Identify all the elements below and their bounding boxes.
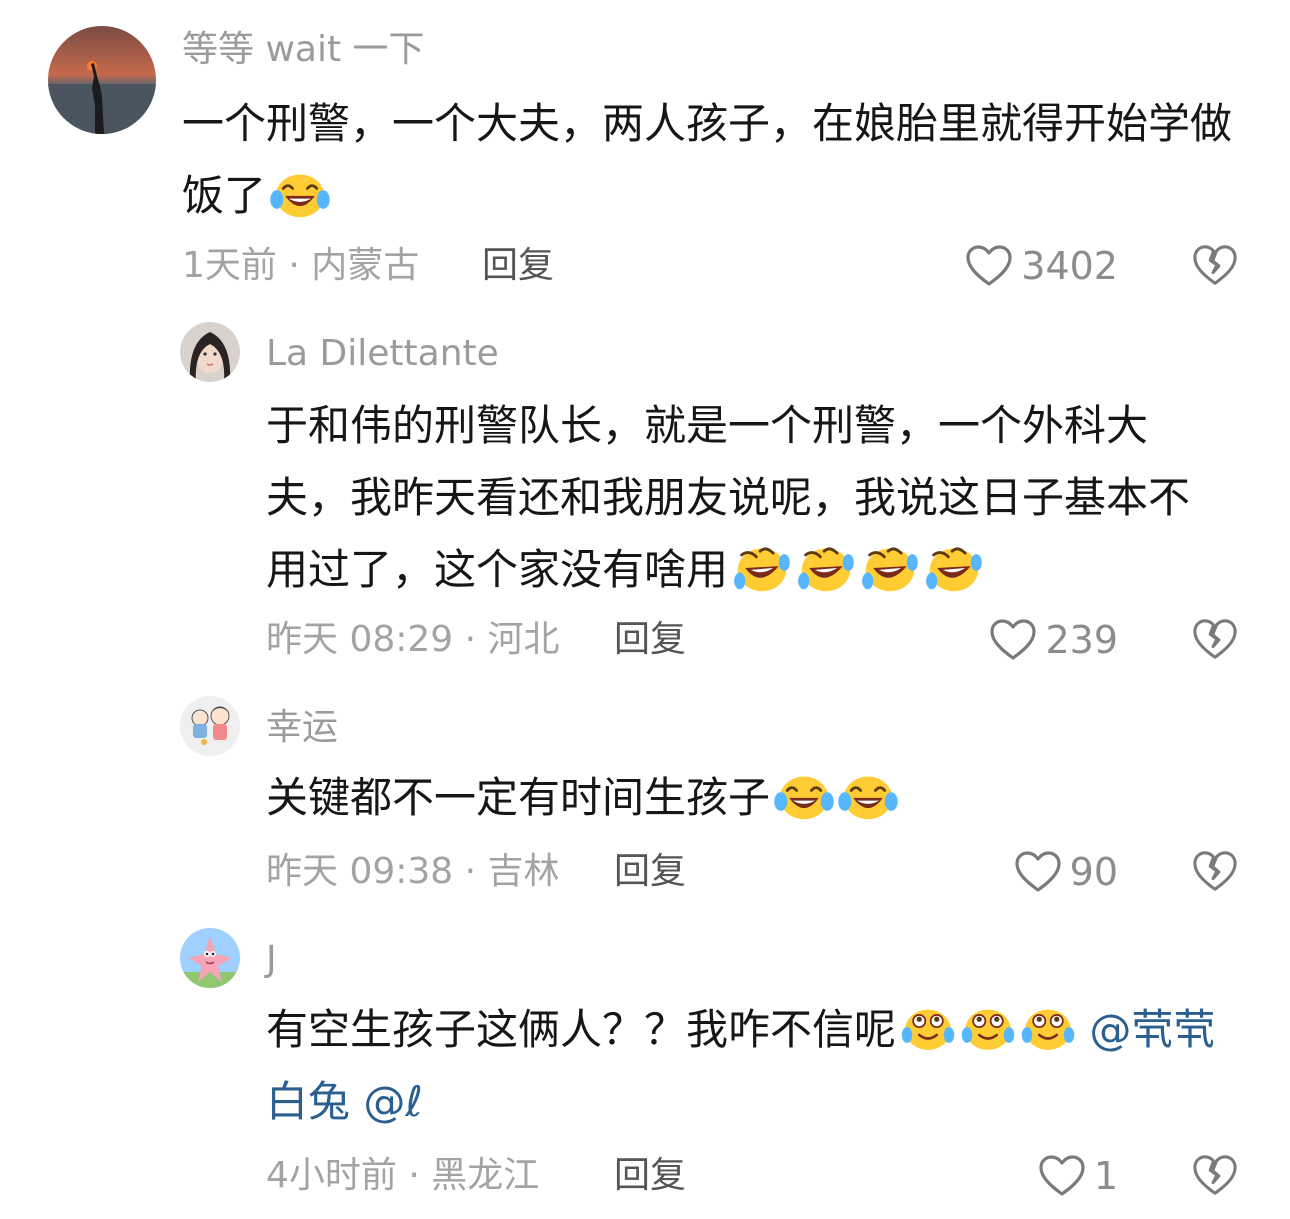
time-location: 4小时前 · 黑龙江 xyxy=(266,1155,540,1196)
username[interactable]: J xyxy=(266,942,277,978)
broken-heart-icon[interactable] xyxy=(1192,1152,1238,1198)
tearful-laugh-emoji-icon xyxy=(900,1002,956,1054)
comment-item: J 有空生孩子这俩人？？我咋不信呢 @茕茕白兔 @ℓ 4小时前 · 黑龙江 回复… xyxy=(0,0,1290,1219)
reply-button[interactable]: 回复 xyxy=(614,1158,686,1194)
like-button[interactable]: 1 xyxy=(1038,1154,1118,1198)
mention-link[interactable]: @ℓ xyxy=(363,1077,422,1126)
comment-text: 有空生孩子这俩人？？我咋不信呢 @茕茕白兔 @ℓ xyxy=(266,994,1256,1138)
comment-text-body: 有空生孩子这俩人？？我咋不信呢 xyxy=(266,1005,897,1054)
avatar[interactable] xyxy=(180,928,240,988)
tearful-laugh-emoji-icon xyxy=(960,1002,1016,1054)
tearful-laugh-emoji-icon xyxy=(1020,1002,1076,1054)
patrick-star-avatar-icon xyxy=(180,928,240,988)
heart-icon xyxy=(1038,1154,1086,1198)
like-count: 1 xyxy=(1093,1154,1118,1198)
